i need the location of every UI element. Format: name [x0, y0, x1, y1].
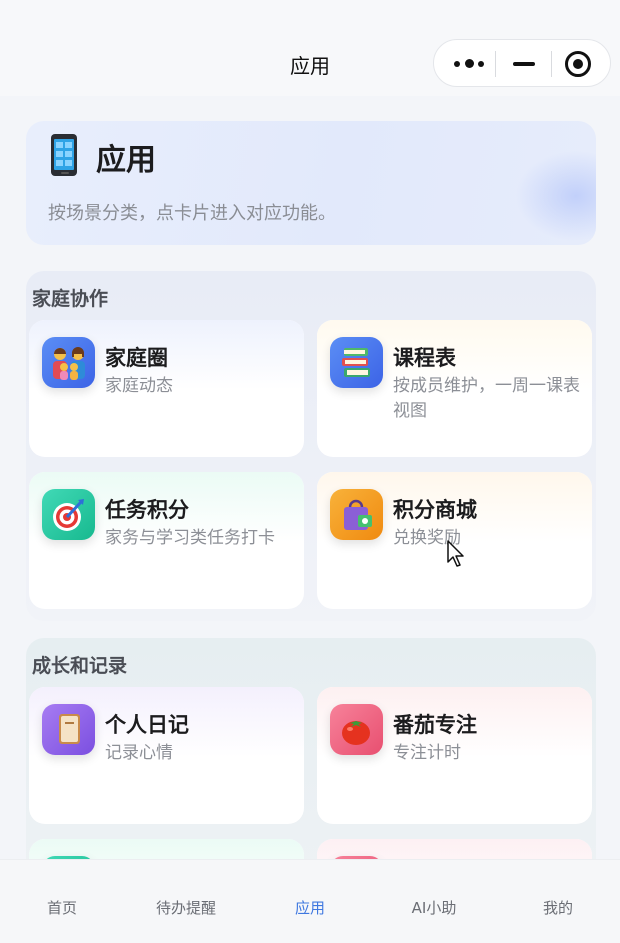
card-description: 家庭动态	[105, 376, 173, 396]
decorative-glow	[516, 151, 596, 241]
card-schedule[interactable]: 课程表 按成员维护，一周一课表视图	[317, 320, 592, 457]
card-title: 课程表	[393, 346, 456, 370]
card-description: 家务与学习类任务打卡	[105, 528, 275, 548]
minimize-icon[interactable]	[513, 62, 535, 66]
card-pomodoro[interactable]: 番茄专注 专注计时	[317, 687, 592, 824]
target-icon	[42, 489, 95, 540]
card-title: 个人日记	[105, 713, 189, 737]
section-family: 家庭协作 家庭圈 家庭动态 课程表 按成员维护，一周一课表视图 任务积分 家务与…	[26, 271, 596, 621]
shopping-bag-icon	[330, 489, 383, 540]
tab-mine[interactable]: 我的	[496, 897, 620, 918]
card-title: 积分商城	[393, 498, 477, 522]
card-title: 家庭圈	[105, 346, 168, 370]
header-card: 应用 按场景分类，点卡片进入对应功能。	[26, 121, 596, 245]
card-family-circle[interactable]: 家庭圈 家庭动态	[29, 320, 304, 457]
card-diary[interactable]: 个人日记 记录心情	[29, 687, 304, 824]
capsule-divider	[551, 51, 552, 77]
tab-todo[interactable]: 待办提醒	[124, 897, 248, 918]
tab-ai-assistant[interactable]: AI小助	[372, 897, 496, 918]
books-icon	[330, 337, 383, 388]
family-icon	[42, 337, 95, 388]
card-title: 任务积分	[105, 498, 189, 522]
header-subtitle: 按场景分类，点卡片进入对应功能。	[48, 203, 336, 224]
bottom-tab-bar: 首页 待办提醒 应用 AI小助 我的	[0, 859, 620, 943]
close-mini-program-icon[interactable]	[565, 51, 591, 77]
card-title: 番茄专注	[393, 713, 477, 737]
card-description: 记录心情	[105, 743, 173, 763]
mouse-cursor-icon	[447, 540, 464, 567]
top-navbar: 应用	[0, 0, 620, 96]
diary-icon	[42, 704, 95, 755]
tomato-icon	[330, 704, 383, 755]
tab-apps[interactable]: 应用	[248, 897, 372, 918]
section-title: 家庭协作	[32, 288, 109, 310]
tab-home[interactable]: 首页	[0, 897, 124, 918]
card-description: 兑换奖励	[393, 528, 461, 548]
card-description: 专注计时	[393, 743, 461, 763]
more-icon[interactable]	[454, 59, 488, 69]
mobile-phone-icon	[51, 134, 77, 176]
header-title: 应用	[96, 143, 156, 178]
card-task-points[interactable]: 任务积分 家务与学习类任务打卡	[29, 472, 304, 609]
mini-program-capsule	[433, 39, 611, 87]
section-title: 成长和记录	[32, 655, 128, 677]
card-description: 按成员维护，一周一课表视图	[393, 376, 580, 421]
capsule-divider	[495, 51, 496, 77]
